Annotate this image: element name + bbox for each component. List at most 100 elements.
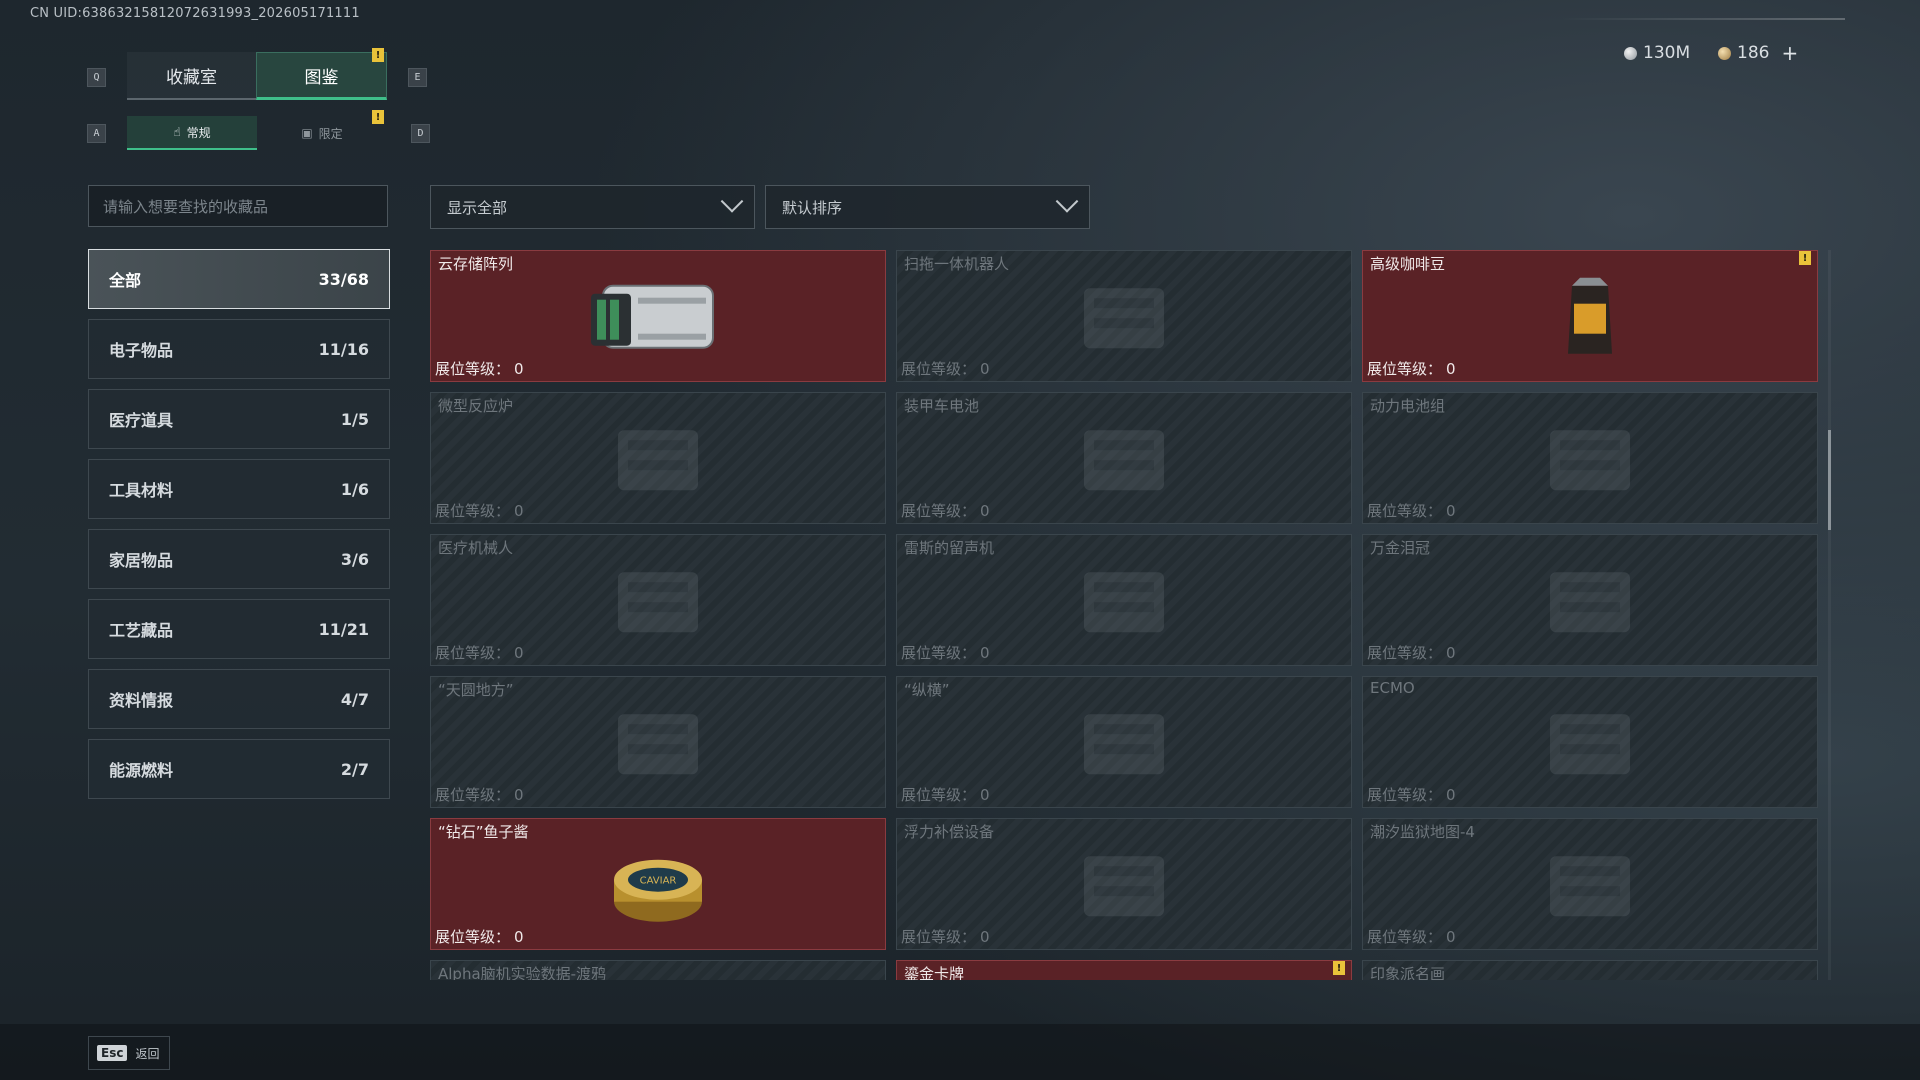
search-input[interactable]: 请输入想要查找的收藏品	[88, 185, 388, 227]
collection-card[interactable]: 扫拖一体机器人 展位等级： 0	[896, 250, 1352, 382]
booth-level-label: 展位等级：	[1367, 502, 1443, 520]
collection-card[interactable]: CAVIAR “钻石”鱼子酱 展位等级： 0	[430, 818, 886, 950]
filter-dropdown[interactable]: 显示全部	[430, 185, 755, 229]
sort-dropdown[interactable]: 默认排序	[765, 185, 1090, 229]
battery-icon	[1064, 420, 1184, 504]
collection-card[interactable]: “天圆地方” 展位等级： 0	[430, 676, 886, 808]
booth-level-label: 展位等级：	[901, 928, 977, 946]
booth-level-label: 展位等级：	[1367, 644, 1443, 662]
booth-level: 展位等级： 0	[1367, 500, 1456, 521]
item-name: 雷斯的留声机	[904, 539, 995, 557]
subtab-regular-label: 常规	[186, 125, 211, 140]
booth-level: 展位等级： 0	[435, 642, 524, 663]
collection-card[interactable]: 医疗机械人 展位等级： 0	[430, 534, 886, 666]
category-label: 全部	[109, 271, 142, 290]
collection-card[interactable]: 万金泪冠 展位等级： 0	[1362, 534, 1818, 666]
key-hint-a: A	[87, 124, 106, 143]
key-hint-d: D	[411, 124, 430, 143]
booth-level: 展位等级： 0	[435, 500, 524, 521]
globe-icon	[598, 704, 718, 788]
collection-card[interactable]: 浮力补偿设备 展位等级： 0	[896, 818, 1352, 950]
gold-currency[interactable]: 186 +	[1718, 41, 1798, 65]
collection-card[interactable]: 印象派名画	[1362, 960, 1818, 980]
category-electronics[interactable]: 电子物品 11/16	[88, 319, 390, 379]
booth-level: 展位等级： 0	[435, 784, 524, 805]
category-count: 2/7	[340, 759, 369, 779]
booth-level-value: 0	[1446, 786, 1456, 804]
collection-card[interactable]: 鎏金卡牌!	[896, 960, 1352, 980]
category-count: 1/6	[340, 479, 369, 499]
scrollbar-track[interactable]	[1828, 250, 1831, 980]
collection-card[interactable]: “纵横” 展位等级： 0	[896, 676, 1352, 808]
category-home[interactable]: 家居物品 3/6	[88, 529, 390, 589]
category-tools[interactable]: 工具材料 1/6	[88, 459, 390, 519]
item-name: “钻石”鱼子酱	[438, 823, 529, 841]
booth-level-label: 展位等级：	[1367, 928, 1443, 946]
booth-level-label: 展位等级：	[435, 360, 511, 378]
booth-level-label: 展位等级：	[435, 502, 511, 520]
category-intel[interactable]: 资料情报 4/7	[88, 669, 390, 729]
category-label: 工艺藏品	[109, 621, 174, 640]
collection-card[interactable]: ECMO 展位等级： 0	[1362, 676, 1818, 808]
category-all[interactable]: 全部 33/68	[88, 249, 390, 309]
booth-level-value: 0	[514, 786, 524, 804]
category-count: 33/68	[318, 269, 369, 289]
subtab-limited[interactable]: ▣ 限定	[257, 116, 387, 150]
booth-level-label: 展位等级：	[901, 360, 977, 378]
booth-level: 展位等级： 0	[1367, 784, 1456, 805]
collection-card[interactable]: Alpha脑机实验数据-渡鸦	[430, 960, 886, 980]
category-label: 家居物品	[109, 551, 174, 570]
esc-key-icon: Esc	[97, 1045, 128, 1061]
category-label: 电子物品	[109, 341, 174, 360]
key-hint-e: E	[408, 68, 427, 87]
scrollbar-thumb[interactable]	[1828, 430, 1831, 530]
booth-level-value: 0	[1446, 360, 1456, 378]
collection-card[interactable]: 雷斯的留声机 展位等级： 0	[896, 534, 1352, 666]
item-name: 微型反应炉	[438, 397, 514, 415]
collection-card[interactable]: 高级咖啡豆 展位等级： 0!	[1362, 250, 1818, 382]
collection-card[interactable]: 潮汐监狱地图-4 展位等级： 0	[1362, 818, 1818, 950]
chevron-down-icon	[1055, 190, 1079, 213]
sort-value: 默认排序	[782, 198, 843, 217]
booth-level-value: 0	[1446, 928, 1456, 946]
booth-level-value: 0	[1446, 502, 1456, 520]
booth-level-label: 展位等级：	[435, 928, 511, 946]
category-energy[interactable]: 能源燃料 2/7	[88, 739, 390, 799]
subtab-regular[interactable]: ☝ 常规	[127, 116, 257, 150]
collection-grid: 云存储阵列 展位等级： 0 扫拖一体机器人 展位等级： 0 高级咖啡豆 展位等级： 0! 微型反应…	[430, 250, 1820, 980]
item-name: “天圆地方”	[438, 681, 514, 699]
caviar-tin-icon: CAVIAR	[608, 842, 708, 936]
item-name: 扫拖一体机器人	[904, 255, 1010, 273]
booth-level: 展位等级： 0	[901, 358, 990, 379]
booth-level: 展位等级： 0	[1367, 358, 1456, 379]
booth-level: 展位等级： 0	[1367, 926, 1456, 947]
booth-level-value: 0	[514, 360, 524, 378]
item-name: Alpha脑机实验数据-渡鸦	[438, 965, 607, 980]
booth-level: 展位等级： 0	[901, 784, 990, 805]
tab-collection-room[interactable]: 收藏室	[127, 52, 256, 100]
ecmo-icon	[1530, 704, 1650, 788]
item-name: 万金泪冠	[1370, 539, 1431, 557]
collection-card[interactable]: 微型反应炉展位等级： 0	[430, 392, 886, 524]
chessboard-icon	[1064, 704, 1184, 788]
booth-level-value: 0	[980, 644, 990, 662]
crown-icon	[1530, 562, 1650, 646]
booth-level: 展位等级： 0	[435, 358, 524, 379]
back-button[interactable]: Esc 返回	[88, 1036, 170, 1070]
battery-pack-icon	[1530, 420, 1650, 504]
collection-card[interactable]: 装甲车电池 展位等级： 0	[896, 392, 1352, 524]
category-label: 医疗道具	[109, 411, 174, 430]
key-hint-q: Q	[87, 68, 106, 87]
subtab-alert-badge: !	[372, 110, 384, 124]
booth-level-label: 展位等级：	[901, 502, 977, 520]
add-currency-button[interactable]: +	[1781, 41, 1798, 65]
collection-card[interactable]: 动力电池组 展位等级： 0	[1362, 392, 1818, 524]
collection-card[interactable]: 云存储阵列 展位等级： 0	[430, 250, 886, 382]
category-medical[interactable]: 医疗道具 1/5	[88, 389, 390, 449]
tab-catalog[interactable]: 图鉴	[256, 52, 387, 100]
coffee-bag-icon	[1560, 274, 1620, 368]
filter-value: 显示全部	[447, 198, 508, 217]
limited-icon: ▣	[301, 126, 313, 140]
category-crafts[interactable]: 工艺藏品 11/21	[88, 599, 390, 659]
booth-level: 展位等级： 0	[435, 926, 524, 947]
